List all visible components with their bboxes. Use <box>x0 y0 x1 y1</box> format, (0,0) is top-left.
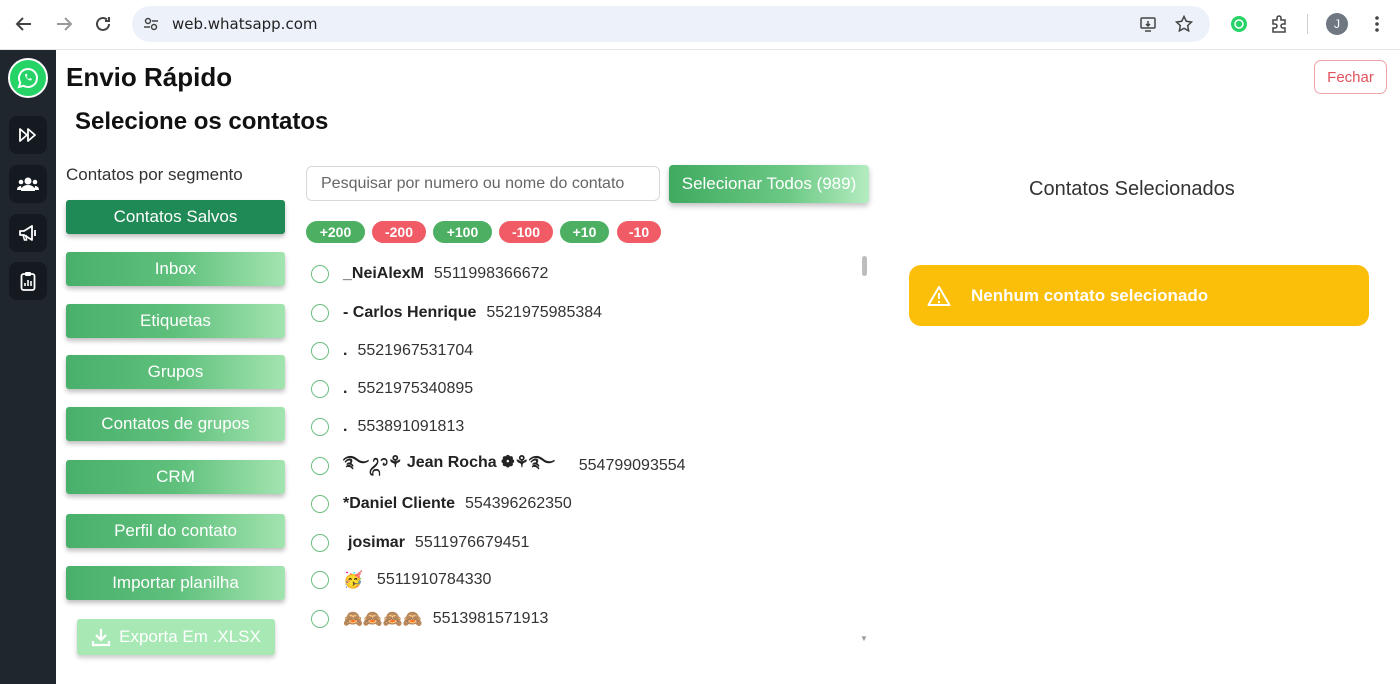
address-bar[interactable]: web.whatsapp.com <box>132 6 1210 42</box>
contact-name: josimar <box>348 534 405 551</box>
contact-row[interactable]: . 5521967531704 <box>306 336 473 366</box>
contact-number: 554799093554 <box>578 457 686 474</box>
contact-radio[interactable] <box>311 418 329 436</box>
segment-contatos-de-grupos-button[interactable]: Contatos de grupos <box>66 407 285 441</box>
add-200-pill[interactable]: +200 <box>306 221 365 243</box>
download-icon <box>92 629 111 647</box>
segment-crm-button[interactable]: CRM <box>66 460 285 494</box>
contact-number: 5513981571913 <box>432 610 549 627</box>
contact-row[interactable]: ࿐ᬊ⚘ Jean Rocha ❁⚘࿐ 554799093554 <box>306 451 686 481</box>
add-100-pill[interactable]: +100 <box>433 221 492 243</box>
contact-radio[interactable] <box>311 304 329 322</box>
contact-row[interactable]: - Carlos Henrique 5521975985384 <box>306 298 602 328</box>
segment-grupos-button[interactable]: Grupos <box>66 355 285 389</box>
contact-row[interactable]: . 5521975340895 <box>306 374 473 404</box>
contact-number: 5511998366672 <box>433 265 549 282</box>
contact-number: 554396262350 <box>465 495 572 512</box>
contact-name: - Carlos Henrique <box>343 304 477 321</box>
contact-number: 5521967531704 <box>357 342 474 359</box>
segment-heading: Contatos por segmento <box>66 165 243 184</box>
contact-row[interactable]: . 553891091813 <box>306 412 464 442</box>
toolbar-divider <box>1307 14 1308 34</box>
contact-row[interactable]: 🥳 5511910784330 <box>306 565 491 595</box>
contact-row[interactable]: *Daniel Cliente 554396262350 <box>306 489 572 519</box>
warning-triangle-icon <box>927 285 951 306</box>
no-selection-message: Nenhum contato selecionado <box>971 285 1209 305</box>
contact-number: 5511976679451 <box>414 534 530 551</box>
segment-inbox-button[interactable]: Inbox <box>66 252 285 286</box>
app-title: Envio Rápido <box>66 62 233 92</box>
install-app-icon[interactable] <box>1138 14 1158 34</box>
contact-number: 5521975985384 <box>486 304 603 321</box>
whatsapp-logo-icon[interactable] <box>8 58 48 98</box>
segment-importar-planilha-button[interactable]: Importar planilha <box>66 566 285 600</box>
contact-number: 553891091813 <box>357 418 465 435</box>
segment-perfil-do-contato-button[interactable]: Perfil do contato <box>66 514 285 548</box>
kebab-menu-icon[interactable] <box>1366 13 1388 35</box>
contact-radio[interactable] <box>311 265 329 283</box>
contact-name: ࿐ᬊ⚘ Jean Rocha ❁⚘࿐ <box>343 453 555 471</box>
contact-row[interactable]: 🙈🙈🙈🙈 5513981571913 <box>306 604 548 634</box>
contact-radio[interactable] <box>311 571 329 589</box>
contact-name: . <box>343 342 348 359</box>
contact-list: _NeiAlexM 5511998366672 - Carlos Henriqu… <box>306 254 866 644</box>
contact-radio[interactable] <box>311 342 329 360</box>
users-icon[interactable] <box>9 165 47 203</box>
contact-radio[interactable] <box>311 534 329 552</box>
megaphone-icon[interactable] <box>9 214 47 252</box>
segment-contatos-salvos-button[interactable]: Contatos Salvos <box>66 200 285 234</box>
clipboard-icon[interactable] <box>9 262 47 300</box>
export-xlsx-button[interactable]: Exporta Em .XLSX <box>77 619 275 655</box>
arrow-left-icon <box>15 17 31 31</box>
remove-100-pill[interactable]: -100 <box>499 221 553 243</box>
reload-button[interactable] <box>91 12 115 36</box>
browser-toolbar: web.whatsapp.com J <box>0 0 1400 50</box>
scroll-down-arrow-icon[interactable]: ▼ <box>860 634 868 643</box>
export-label: Exporta Em .XLSX <box>119 627 261 646</box>
bookmark-star-icon[interactable] <box>1174 14 1194 34</box>
contact-name: *Daniel Cliente <box>343 495 456 512</box>
contact-name: . <box>343 380 348 397</box>
selected-contacts-heading: Contatos Selecionados <box>1029 178 1235 200</box>
profile-avatar[interactable]: J <box>1326 13 1348 35</box>
contact-number: 5511910784330 <box>376 571 492 588</box>
arrow-right-icon <box>57 17 73 31</box>
section-title: Selecione os contatos <box>75 108 329 135</box>
contact-name: _NeiAlexM <box>343 265 424 282</box>
contact-name: 🙈🙈🙈🙈 <box>343 611 423 628</box>
back-button[interactable] <box>12 12 36 36</box>
whatsapp-extension-icon[interactable] <box>1228 13 1250 35</box>
remove-10-pill[interactable]: -10 <box>617 221 661 243</box>
remove-200-pill[interactable]: -200 <box>372 221 426 243</box>
url-text: web.whatsapp.com <box>172 15 318 33</box>
close-button[interactable]: Fechar <box>1314 60 1387 94</box>
contact-name: 🥳 <box>343 572 363 589</box>
contact-row[interactable]: _NeiAlexM 5511998366672 <box>306 259 548 289</box>
fast-forward-icon[interactable] <box>9 116 47 154</box>
contact-number: 5521975340895 <box>357 380 474 397</box>
reload-icon <box>96 16 110 31</box>
extensions-puzzle-icon[interactable] <box>1268 13 1290 35</box>
no-selection-alert: Nenhum contato selecionado <box>909 265 1369 326</box>
left-rail <box>0 50 56 684</box>
contact-search-input[interactable] <box>306 166 660 201</box>
site-settings-icon[interactable] <box>142 15 160 33</box>
contact-name: . <box>343 418 348 435</box>
contact-radio[interactable] <box>311 380 329 398</box>
add-10-pill[interactable]: +10 <box>560 221 609 243</box>
contact-radio[interactable] <box>311 495 329 513</box>
contact-row[interactable]: josimar 5511976679451 <box>306 528 529 558</box>
segment-etiquetas-button[interactable]: Etiquetas <box>66 304 285 338</box>
forward-button[interactable] <box>52 12 76 36</box>
select-all-button[interactable]: Selecionar Todos (989) <box>669 165 869 203</box>
contact-radio[interactable] <box>311 610 329 628</box>
contact-list-scrollbar[interactable] <box>862 256 867 276</box>
contact-radio[interactable] <box>311 457 329 475</box>
